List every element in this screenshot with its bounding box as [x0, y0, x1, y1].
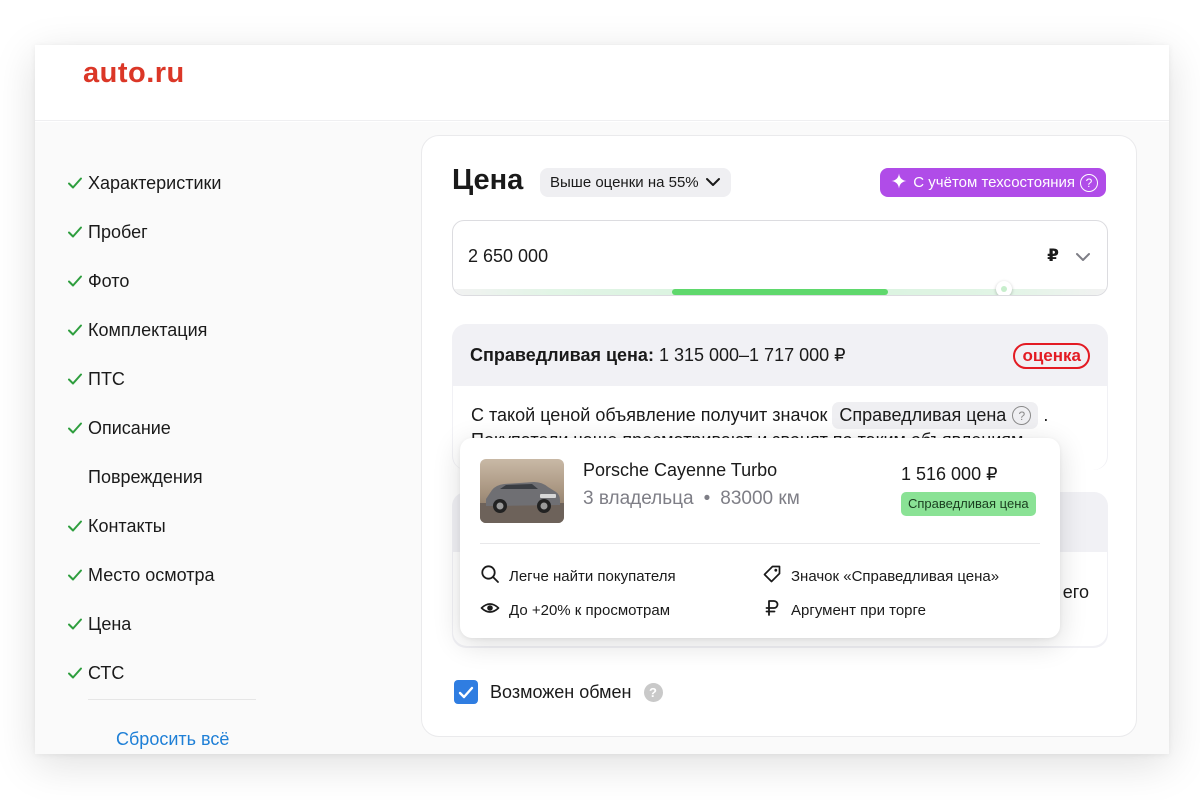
price-slider-knob[interactable] — [996, 281, 1012, 295]
check-icon — [63, 318, 87, 342]
popup-divider — [480, 543, 1040, 544]
sidebar-item-label: Описание — [88, 417, 171, 438]
benefit-label: Значок «Справедливая цена» — [791, 567, 1000, 585]
check-icon — [63, 416, 87, 440]
question-icon[interactable]: ? — [1012, 406, 1032, 425]
fair-price-range: 1 315 000–1 717 000 ₽ — [658, 345, 846, 365]
sidebar-item-characteristics[interactable]: Характеристики — [63, 171, 221, 195]
chevron-down-icon[interactable] — [1075, 249, 1091, 267]
fair-price-tooltip: Porsche Cayenne Turbo 3 владельца • 83000 … — [460, 438, 1060, 638]
sidebar-item-label: Место осмотра — [88, 564, 215, 585]
sidebar-item-label: Пробег — [88, 221, 148, 242]
sidebar-item-photo[interactable]: Фото — [63, 269, 129, 293]
check-icon — [63, 269, 87, 293]
sidebar-item-label: Фото — [88, 270, 130, 291]
benefit-label: До +20% к просмотрам — [509, 601, 671, 619]
question-icon[interactable]: ? — [1080, 173, 1098, 192]
check-icon — [63, 563, 87, 587]
price-input[interactable]: 2 650 000 ₽ — [452, 220, 1108, 296]
car-title: Porsche Cayenne Turbo — [583, 460, 778, 480]
exchange-label: Возможен обмен — [490, 681, 632, 702]
sidebar-item-price[interactable]: Цена — [63, 612, 131, 636]
secondary-panel-text: его — [1062, 582, 1089, 602]
benefit-label: Легче найти покупателя — [509, 567, 676, 585]
sidebar-divider — [88, 699, 256, 700]
price-value: 2 650 000 — [468, 246, 549, 266]
sidebar-item-label: Цена — [88, 613, 132, 634]
sidebar-item-damage[interactable]: Повреждения — [63, 465, 203, 489]
tech-condition-button[interactable]: С учётом техсостояния ? — [880, 168, 1106, 197]
sidebar-item-label: Комплектация — [88, 319, 208, 340]
section-title: Цена — [452, 164, 524, 196]
auto-ru-logo[interactable]: auto.ru — [83, 57, 185, 90]
sparkle-icon — [890, 172, 908, 194]
fair-price-label: Справедливая цена: — [470, 345, 654, 365]
tech-condition-label: С учётом техсостояния — [913, 174, 1075, 191]
price-card: Цена Выше оценки на 55% С учётом техсост… — [421, 135, 1137, 737]
check-icon — [63, 514, 87, 538]
benefit-item: Аргумент при торге — [762, 598, 926, 622]
reset-all-link[interactable]: Сбросить всё — [116, 729, 229, 750]
benefit-item: Значок «Справедливая цена» — [762, 564, 999, 588]
fair-text-after: . — [1043, 405, 1049, 425]
fair-price-title: Справедливая цена: 1 315 000–1 717 000 ₽ — [470, 345, 846, 366]
check-icon — [63, 367, 87, 391]
estimate-dropdown[interactable]: Выше оценки на 55% — [540, 168, 731, 197]
sidebar-item-mileage[interactable]: Пробег — [63, 220, 148, 244]
search-icon — [480, 564, 500, 588]
sidebar-item-inspection-place[interactable]: Место осмотра — [63, 563, 215, 587]
sidebar-item-label: Контакты — [88, 515, 166, 536]
check-icon — [63, 661, 87, 685]
sidebar-item-contacts[interactable]: Контакты — [63, 514, 166, 538]
sidebar-item-equipment[interactable]: Комплектация — [63, 318, 207, 342]
fair-price-tag: Справедливая цена — [901, 492, 1036, 516]
fair-range-fill — [672, 289, 888, 295]
ruble-icon — [762, 598, 782, 622]
car-owners: 3 владельца — [583, 488, 694, 509]
eye-icon — [480, 598, 500, 622]
exchange-option[interactable]: Возможен обмен ? — [454, 680, 663, 704]
meta-separator: • — [703, 488, 711, 509]
fair-price-badge: Справедливая цена ? — [832, 402, 1039, 429]
benefit-item: До +20% к просмотрам — [480, 598, 670, 622]
ocenka-logo: оценка — [1013, 343, 1090, 369]
fair-price-text: С такой ценой объявление получит значок … — [471, 402, 1048, 429]
sidebar-item-label: Повреждения — [88, 466, 203, 487]
check-icon — [63, 220, 87, 244]
exchange-checkbox[interactable] — [454, 680, 478, 704]
sidebar-item-label: ПТС — [88, 368, 125, 389]
chevron-down-icon — [705, 174, 721, 191]
check-icon — [63, 612, 87, 636]
car-price: 1 516 000 ₽ — [901, 464, 998, 484]
currency-label: ₽ — [1047, 246, 1059, 265]
question-icon[interactable]: ? — [643, 682, 663, 702]
estimate-label: Выше оценки на 55% — [550, 174, 699, 191]
car-meta: 3 владельца • 83000 км — [583, 488, 800, 510]
sidebar-item-sts[interactable]: СТС — [63, 661, 124, 685]
fair-text-before: С такой ценой объявление получит значок — [471, 405, 828, 425]
sidebar-item-label: СТС — [88, 662, 125, 683]
benefit-item: Легче найти покупателя — [480, 564, 676, 588]
fair-badge-label: Справедливая цена — [839, 405, 1007, 425]
check-icon — [63, 171, 87, 195]
car-mileage: 83000 км — [720, 488, 800, 509]
tag-icon — [762, 564, 782, 588]
car-photo — [480, 459, 564, 523]
app-window: auto.ru Характеристики Пробег Фото Компл… — [35, 45, 1169, 754]
sidebar-item-label: Характеристики — [88, 172, 222, 193]
sidebar-item-description[interactable]: Описание — [63, 416, 171, 440]
sidebar-item-pts[interactable]: ПТС — [63, 367, 125, 391]
benefit-label: Аргумент при торге — [791, 601, 927, 619]
header: auto.ru — [35, 45, 1169, 121]
